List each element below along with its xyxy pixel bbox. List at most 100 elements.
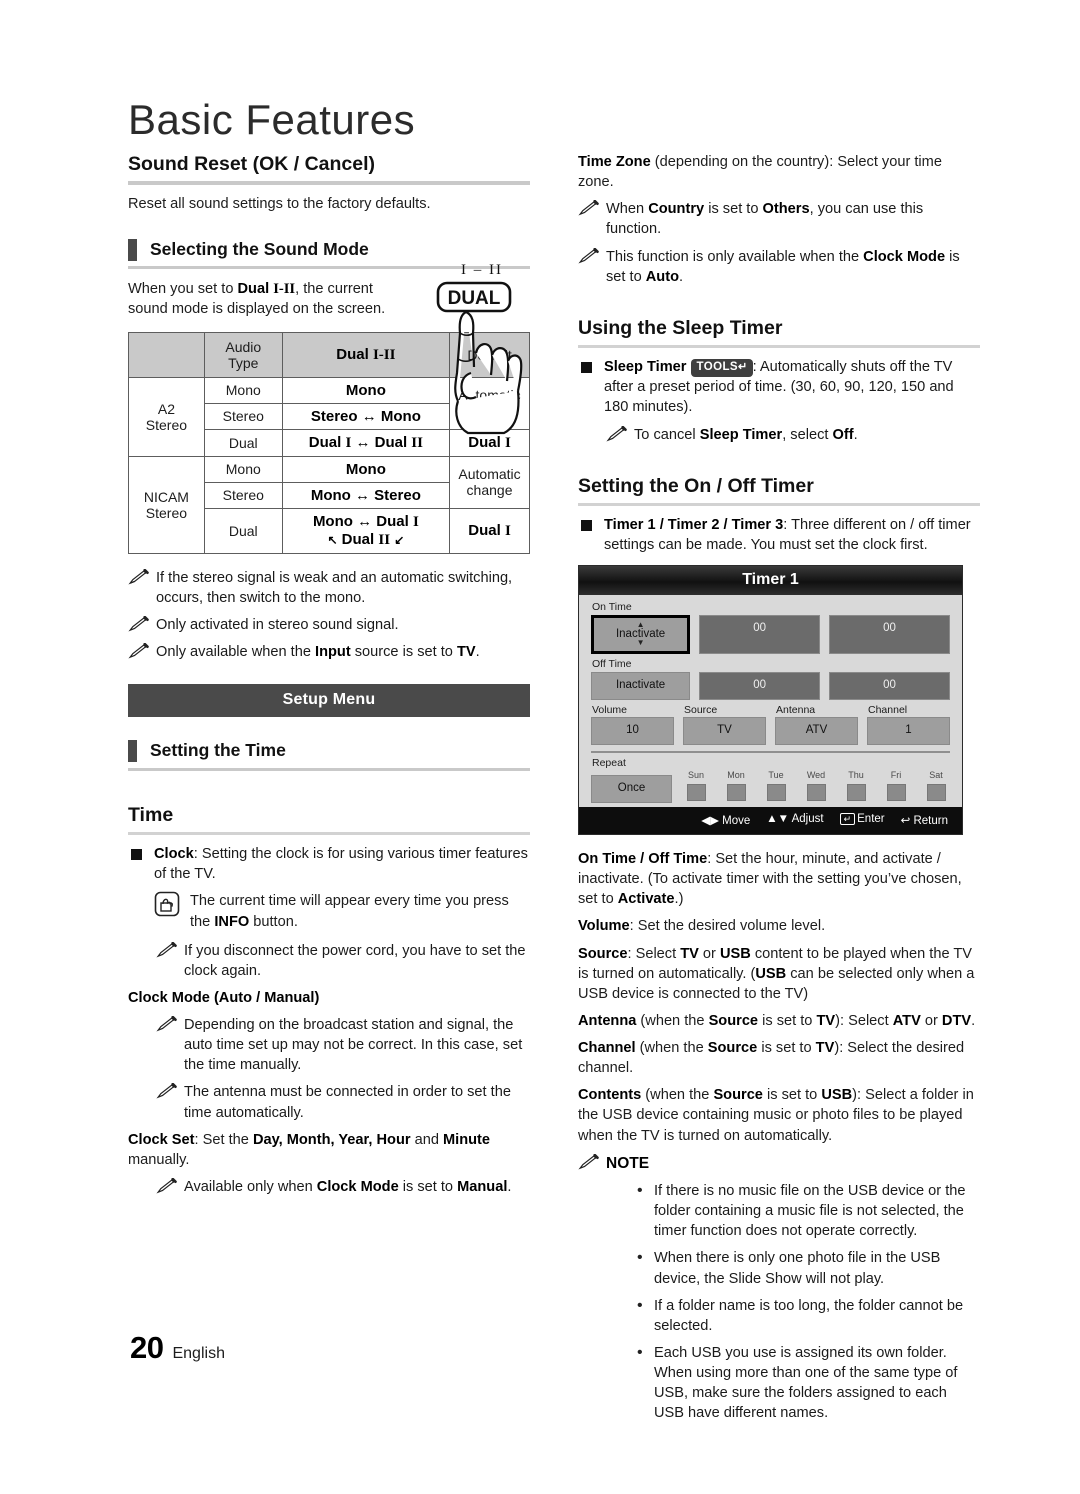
info-press-row: The current time will appear every time … bbox=[128, 891, 530, 931]
note-stereo-only: Only activated in stereo sound signal. bbox=[128, 615, 530, 635]
st-e: . bbox=[853, 426, 858, 443]
clock-set-fields: Day, Month, Year, Hour bbox=[252, 1131, 411, 1148]
pencil-icon bbox=[128, 642, 150, 659]
clock-set-label: Clock Set bbox=[128, 1131, 195, 1148]
clock-text: : Setting the clock is for using various… bbox=[154, 846, 528, 883]
dc-b1: Source bbox=[707, 1040, 758, 1057]
st-d: Off bbox=[832, 426, 854, 443]
day-checkbox[interactable] bbox=[846, 784, 866, 802]
osd-volume-value[interactable]: 10 bbox=[591, 717, 674, 745]
day-checkbox[interactable] bbox=[806, 784, 826, 802]
info-press-text: The current time will appear every time … bbox=[190, 893, 509, 929]
osd-off-time-label: Off Time bbox=[592, 658, 632, 671]
hint-adjust-label: Adjust bbox=[791, 813, 824, 826]
da-b4: DTV bbox=[941, 1012, 972, 1029]
time-zone-text: Time Zone (depending on the country): Se… bbox=[578, 152, 980, 192]
osd-channel-col: Channel 1 bbox=[867, 705, 950, 745]
note-clock-mode-1: Depending on the broadcast station and s… bbox=[128, 1015, 530, 1075]
note-bullet: When there is only one photo file in the… bbox=[634, 1247, 980, 1288]
info-bold: INFO bbox=[214, 913, 250, 930]
osd-source-label: Source bbox=[684, 703, 718, 716]
day-label: Sun bbox=[687, 770, 704, 781]
clock-set-minute: Minute bbox=[443, 1131, 491, 1148]
day-toggle[interactable]: Thu bbox=[842, 770, 870, 802]
n1d: Others bbox=[762, 201, 810, 218]
desc-channel: Channel (when the Source is set to TV): … bbox=[578, 1038, 980, 1078]
osd-on-time-hour[interactable]: 00 bbox=[699, 614, 821, 655]
day-checkbox[interactable] bbox=[686, 784, 706, 802]
desc-contents-label: Contents bbox=[578, 1087, 642, 1104]
page-language: English bbox=[172, 1345, 225, 1362]
sound-mode-intro-a: When you set to bbox=[128, 281, 238, 298]
cell-system-nicam: NICAM Stereo bbox=[128, 455, 205, 554]
desc-contents: Contents (when the Source is set to USB)… bbox=[578, 1085, 980, 1145]
osd-repeat-label: Repeat bbox=[592, 756, 626, 769]
cell-default: Dual I bbox=[449, 507, 530, 554]
cell-type: Dual bbox=[203, 507, 283, 554]
hint-enter-label: Enter bbox=[857, 813, 885, 826]
day-checkbox[interactable] bbox=[926, 784, 946, 802]
osd-on-time-state[interactable]: ▲ Inactivate ▼ bbox=[591, 614, 691, 655]
day-toggle[interactable]: Sat bbox=[922, 770, 950, 802]
sleep-timer-label: Sleep Timer bbox=[604, 359, 687, 376]
osd-off-time-state[interactable]: Inactivate bbox=[591, 671, 691, 700]
note-text: The antenna must be connected in order t… bbox=[184, 1084, 511, 1121]
cs-note-c: is set to bbox=[398, 1178, 458, 1195]
pencil-icon bbox=[156, 1015, 178, 1032]
ds-b3: USB bbox=[755, 965, 787, 982]
cell-dual: Mono bbox=[281, 455, 451, 483]
desc-volume-text: : Set the desired volume level. bbox=[629, 918, 826, 935]
day-checkbox[interactable] bbox=[886, 784, 906, 802]
day-checkbox[interactable] bbox=[766, 784, 786, 802]
sleep-timer-item: Sleep Timer TOOLS↵: Automatically shuts … bbox=[578, 357, 980, 417]
pencil-icon bbox=[578, 247, 600, 264]
note-bullet: If there is no music file on the USB dev… bbox=[634, 1180, 980, 1241]
n1a: When bbox=[606, 201, 649, 218]
pencil-icon bbox=[156, 1083, 178, 1099]
desc-source: Source: Select TV or USB content to be p… bbox=[578, 944, 980, 1004]
osd-on-time-minute[interactable]: 00 bbox=[829, 614, 950, 655]
note-heading-row: NOTE bbox=[578, 1153, 980, 1174]
pencil-icon bbox=[606, 425, 628, 442]
ds-b1: TV bbox=[680, 945, 699, 962]
osd-source-col: Source TV bbox=[683, 705, 766, 745]
pencil-icon bbox=[578, 199, 600, 216]
note-text: Only available when the Input source is … bbox=[156, 643, 480, 660]
timers-item: Timer 1 / Timer 2 / Timer 3: Three diffe… bbox=[578, 515, 980, 555]
cell-dual: Mono ↔ Dual I ↖ Dual II ↙ bbox=[281, 507, 451, 554]
note-input-tv: Only available when the Input source is … bbox=[128, 642, 530, 662]
day-toggle[interactable]: Sun bbox=[682, 770, 710, 802]
osd-antenna-value[interactable]: ATV bbox=[775, 717, 858, 745]
cell-dual: Mono ↔ Stereo bbox=[281, 481, 451, 509]
note-text: Depending on the broadcast station and s… bbox=[184, 1017, 523, 1074]
day-checkbox[interactable] bbox=[726, 784, 746, 802]
day-toggle[interactable]: Tue bbox=[762, 770, 790, 802]
heading-sound-reset: Sound Reset (OK / Cancel) bbox=[128, 152, 530, 186]
day-toggle[interactable]: Wed bbox=[802, 770, 830, 802]
th-audio-type: Audio Type bbox=[203, 331, 283, 378]
note-bullet: Each USB you use is assigned its own fol… bbox=[634, 1342, 980, 1424]
osd-repeat-row: Once Sun Mon Tue Wed Thu Fri Sat bbox=[591, 770, 950, 804]
day-toggle[interactable]: Mon bbox=[722, 770, 750, 802]
clock-item: Clock: Setting the clock is for using va… bbox=[128, 844, 530, 884]
heading-sleep-timer: Using the Sleep Timer bbox=[578, 316, 980, 349]
pencil-icon bbox=[578, 1153, 600, 1170]
note-power-cord: If you disconnect the power cord, you ha… bbox=[128, 941, 530, 981]
day-toggle[interactable]: Fri bbox=[882, 770, 910, 802]
return-arrow-icon: ↩ bbox=[900, 815, 911, 828]
osd-repeat-value[interactable]: Once bbox=[591, 775, 672, 804]
ds-b2: USB bbox=[719, 945, 751, 962]
pencil-icon bbox=[156, 941, 178, 958]
osd-channel-value[interactable]: 1 bbox=[867, 717, 950, 745]
da3: ): Select bbox=[835, 1012, 893, 1029]
day-label: Tue bbox=[768, 770, 784, 781]
osd-off-time-minute[interactable]: 00 bbox=[829, 671, 950, 700]
osd-off-time-hour[interactable]: 00 bbox=[699, 671, 821, 700]
da1: (when the bbox=[636, 1012, 709, 1029]
da4: or bbox=[920, 1012, 942, 1029]
tools-badge: TOOLS↵ bbox=[690, 359, 753, 377]
desc-on-off-time: On Time / Off Time: Set the hour, minute… bbox=[578, 849, 980, 909]
svg-text:DUAL: DUAL bbox=[448, 288, 501, 309]
desc-volume: Volume: Set the desired volume level. bbox=[578, 916, 980, 936]
osd-source-value[interactable]: TV bbox=[683, 717, 766, 745]
